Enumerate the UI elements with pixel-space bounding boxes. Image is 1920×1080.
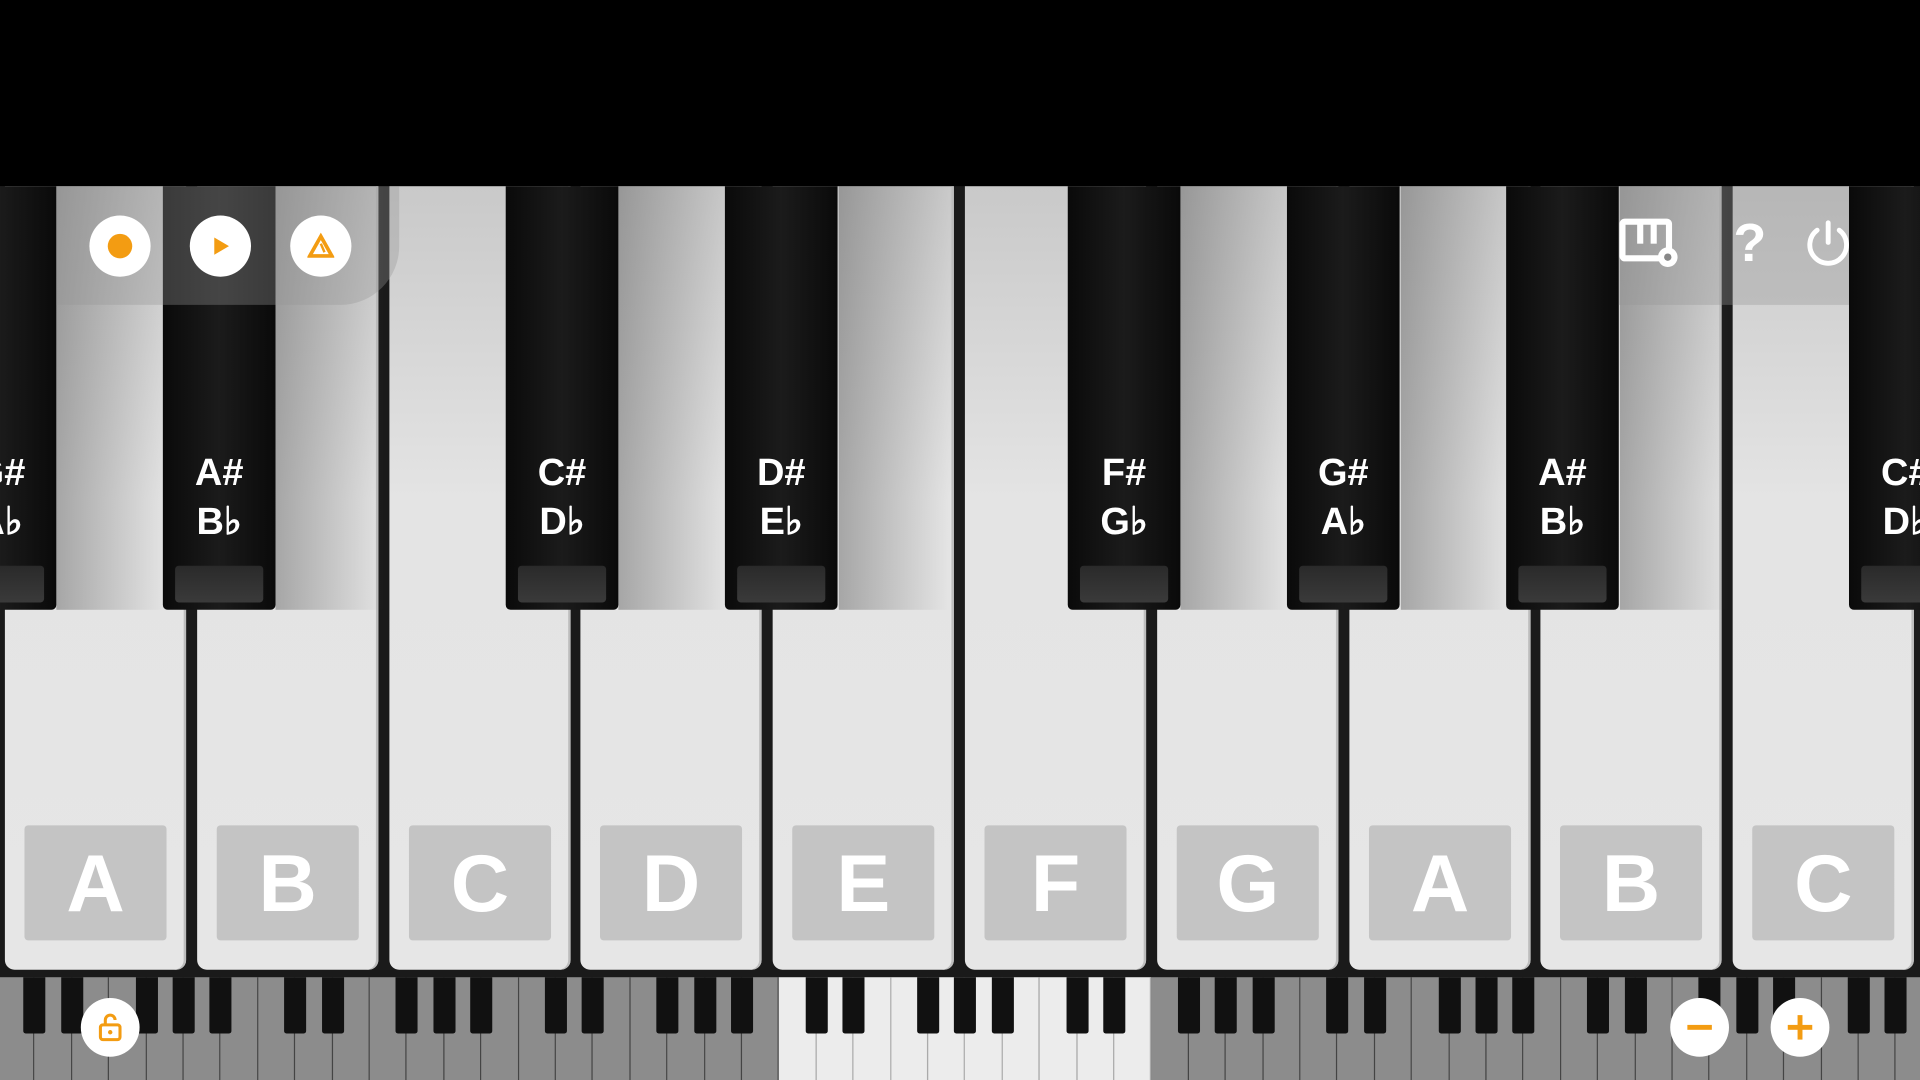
black-key-cap [1518,565,1607,603]
help-button[interactable]: ? [1729,213,1771,274]
mini-black-key [321,977,344,1034]
mini-black-key [172,977,195,1034]
playback-toolbar [56,186,400,305]
mini-black-key [1847,977,1870,1034]
mini-black-key [842,977,865,1034]
mini-black-key [805,977,828,1034]
mini-black-key [693,977,716,1034]
black-key-f-sharp[interactable]: F# G♭ [1067,186,1181,610]
mini-black-key [1736,977,1759,1034]
power-icon [1807,220,1849,266]
key-label: D [600,825,743,941]
top-black-bar [0,0,1920,187]
black-key-label: C#D♭ [1881,450,1920,543]
unlock-icon [98,1013,122,1042]
black-key-cap [517,565,607,603]
mini-black-key [544,977,567,1034]
black-key-d-sharp[interactable]: D# E♭ [724,186,838,610]
black-key-c-sharp[interactable]: C# D♭ [505,186,619,610]
black-key-label: F# G♭ [1100,450,1148,543]
key-shadow [838,186,949,610]
record-button[interactable] [89,215,151,277]
mini-black-key [731,977,754,1034]
record-icon [107,233,133,259]
mini-black-key [991,977,1014,1034]
mini-black-key [284,977,307,1034]
key-shadow [1400,186,1512,610]
key-label: C [1752,825,1895,941]
black-key-label: C#D♭ [537,450,587,543]
mini-black-key [470,977,493,1034]
mini-keyboard-navigator[interactable] [0,977,1920,1080]
black-key-label: A# B♭ [1538,450,1587,543]
mini-black-key [209,977,232,1034]
black-key-label: G#A♭ [0,450,26,543]
black-key-label: G#A♭ [1317,450,1369,543]
black-key-label: A# B♭ [194,450,244,543]
key-label: G [1176,825,1319,941]
mini-black-key [1475,977,1498,1034]
mini-black-key [60,977,84,1034]
piano-keyboard: A B C D E F G A B C # ♭ A# B♭ C# D♭ D# E… [0,186,1920,978]
black-key-cap [1861,565,1920,603]
play-icon [214,237,229,255]
mini-black-key [1624,977,1647,1034]
black-key-cap [175,565,264,603]
plus-icon [1787,1015,1813,1040]
mini-black-key [433,977,456,1034]
lock-button[interactable] [80,997,140,1057]
mini-black-key [23,977,46,1034]
key-label: E [792,825,935,941]
keyboard-settings-icon [1619,218,1678,267]
mini-black-key [1103,977,1126,1034]
key-label: B [1560,825,1703,941]
mini-black-key [395,977,419,1034]
mini-black-key [917,977,940,1034]
power-button[interactable] [1802,218,1856,272]
zoom-out-button[interactable] [1670,997,1729,1057]
minus-icon [1687,1024,1712,1030]
mini-black-key [1587,977,1610,1034]
mini-black-key [1363,977,1386,1034]
black-key-cap [0,565,45,603]
mini-black-key [1326,977,1349,1034]
keyboard-settings-button[interactable] [1619,218,1685,272]
mini-black-key [1438,977,1461,1034]
key-label: C [408,825,552,941]
play-button[interactable] [189,215,252,277]
key-label: F [984,825,1127,941]
black-key-c-sharp-2[interactable]: C#D♭ [1848,186,1920,610]
mini-black-key [1214,977,1237,1034]
zoom-in-button[interactable] [1770,997,1830,1057]
mini-black-key [1252,977,1275,1034]
mini-black-key [1884,977,1908,1034]
key-shadow [618,186,729,610]
mini-black-key [656,977,679,1034]
black-key-cap [737,565,826,603]
key-shadow [1180,186,1291,610]
mini-black-key [1512,977,1535,1034]
mini-black-key [954,977,977,1034]
black-key-g-sharp-2[interactable]: G# A♭ [1286,186,1400,610]
settings-toolbar: ? [1618,186,1849,305]
key-label: B [216,825,359,941]
black-key-cap [1080,565,1169,603]
black-key-label: D# E♭ [756,450,806,543]
mini-black-key [582,977,605,1034]
black-key-a-sharp-2[interactable]: A# B♭ [1506,186,1619,610]
black-key-g-sharp[interactable]: G#A♭ [0,186,57,610]
key-label: A [1368,825,1512,941]
mini-black-key [1177,977,1200,1034]
black-key-cap [1299,565,1388,603]
metronome-icon [307,232,335,258]
mini-black-key [1066,977,1089,1034]
metronome-button[interactable] [290,215,352,277]
key-label: A [24,825,167,941]
piano-app: A B C D E F G A B C # ♭ A# B♭ C# D♭ D# E… [0,0,1920,1080]
